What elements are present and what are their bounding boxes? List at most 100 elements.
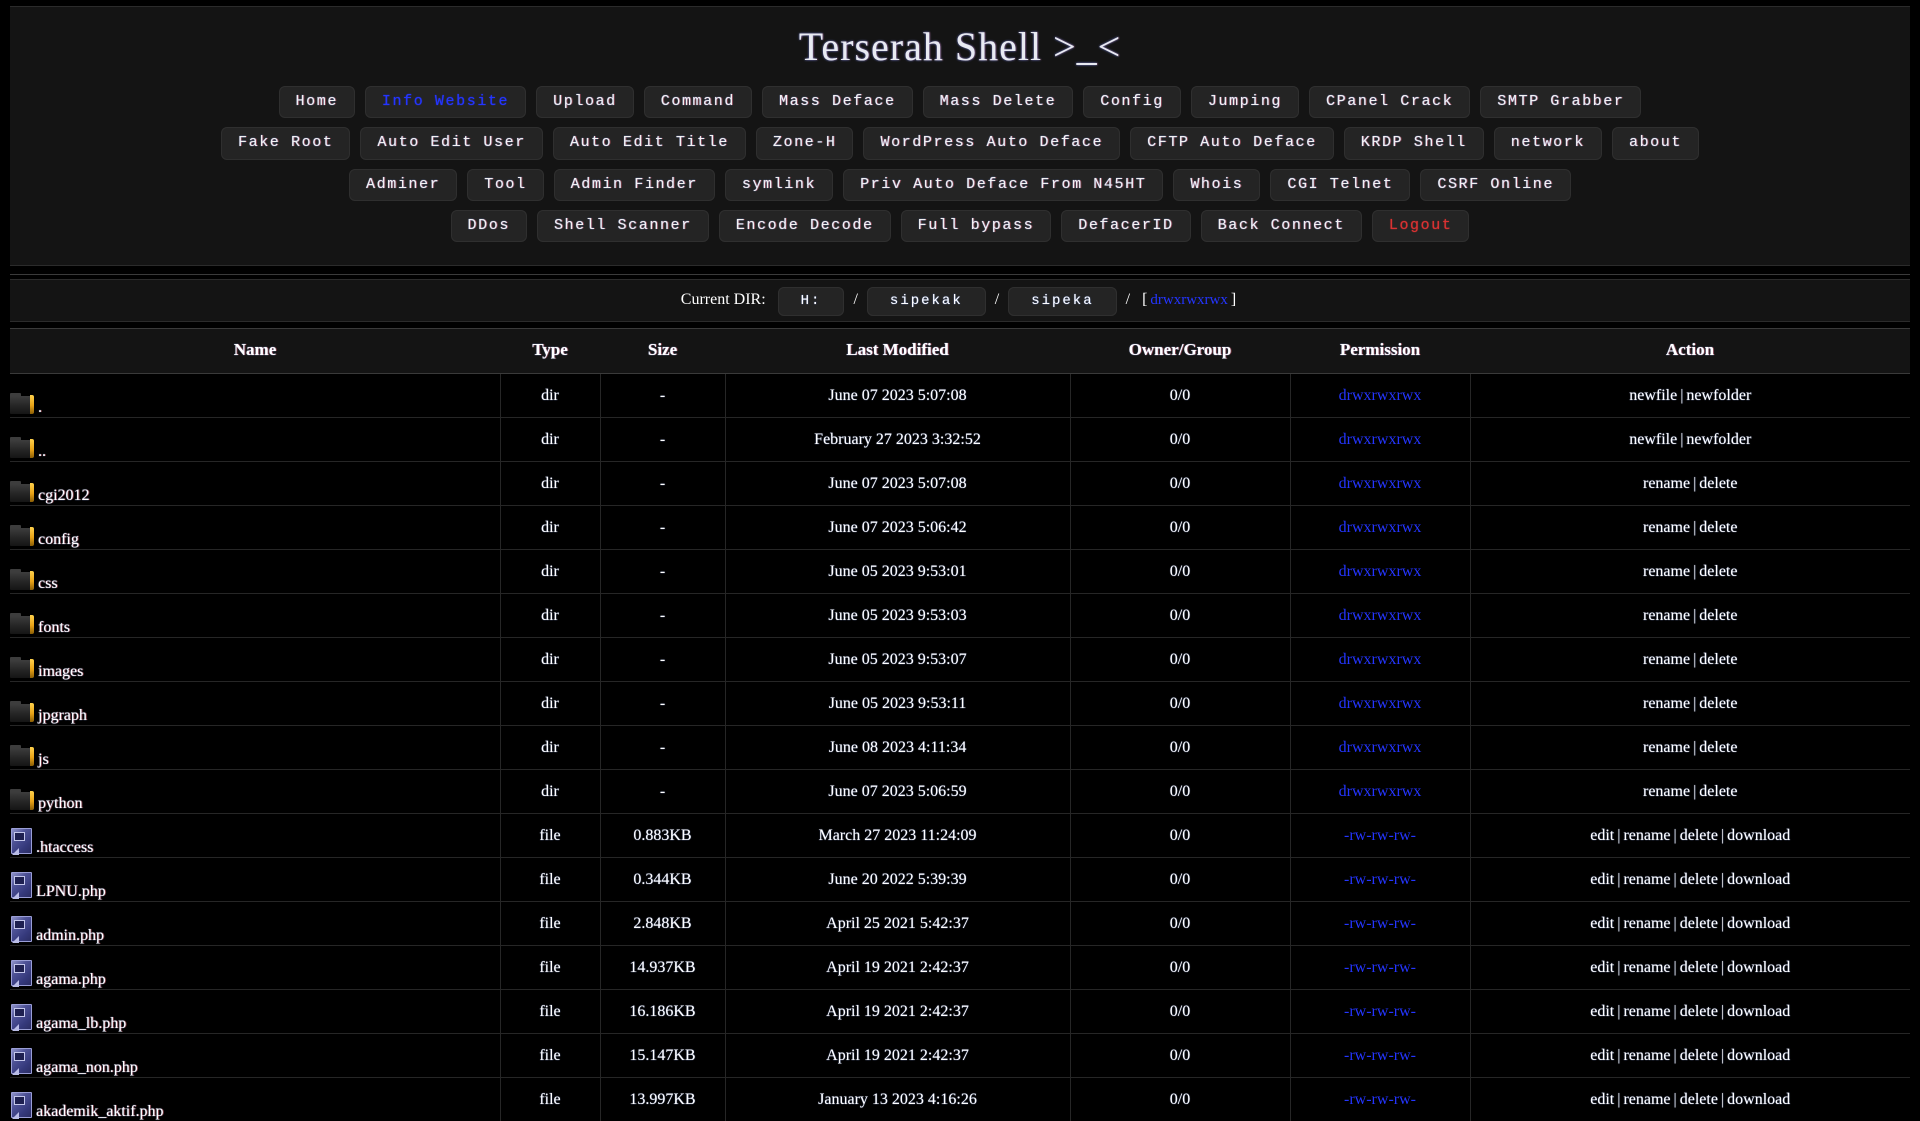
action-delete[interactable]: delete xyxy=(1699,739,1737,756)
action-rename[interactable]: rename xyxy=(1643,607,1690,624)
nav-button-shell-scanner[interactable]: Shell Scanner xyxy=(537,210,709,242)
file-name-link[interactable]: LPNU.php xyxy=(36,884,106,901)
action-edit[interactable]: edit xyxy=(1590,1047,1614,1064)
permission-link[interactable]: drwxrwxrwx xyxy=(1339,475,1422,492)
action-rename[interactable]: rename xyxy=(1643,739,1690,756)
permission-link[interactable]: -rw-rw-rw- xyxy=(1344,959,1416,976)
nav-button-fake-root[interactable]: Fake Root xyxy=(221,127,350,159)
current-dir-permission[interactable]: drwxrwxrwx xyxy=(1150,292,1227,309)
nav-button-cpanel-crack[interactable]: CPanel Crack xyxy=(1309,86,1470,118)
nav-button-auto-edit-user[interactable]: Auto Edit User xyxy=(360,127,542,159)
file-name-link[interactable]: akademik_aktif.php xyxy=(36,1104,164,1121)
nav-button-admin-finder[interactable]: Admin Finder xyxy=(554,169,715,201)
file-name-link[interactable]: python xyxy=(38,796,82,813)
action-delete[interactable]: delete xyxy=(1699,695,1737,712)
nav-button-network[interactable]: network xyxy=(1494,127,1602,159)
action-edit[interactable]: edit xyxy=(1590,871,1614,888)
dir-segment-sipeka[interactable]: sipeka xyxy=(1008,287,1116,316)
action-download[interactable]: download xyxy=(1727,827,1790,844)
action-newfile[interactable]: newfile xyxy=(1629,387,1677,404)
nav-button-cgi-telnet[interactable]: CGI Telnet xyxy=(1270,169,1410,201)
nav-button-wordpress-auto-deface[interactable]: WordPress Auto Deface xyxy=(863,127,1120,159)
action-edit[interactable]: edit xyxy=(1590,915,1614,932)
nav-button-full-bypass[interactable]: Full bypass xyxy=(901,210,1052,242)
nav-button-command[interactable]: Command xyxy=(644,86,752,118)
nav-button-about[interactable]: about xyxy=(1612,127,1699,159)
file-name-link[interactable]: css xyxy=(38,576,58,593)
nav-button-ddos[interactable]: DDos xyxy=(451,210,527,242)
action-newfile[interactable]: newfile xyxy=(1629,431,1677,448)
action-download[interactable]: download xyxy=(1727,959,1790,976)
nav-button-upload[interactable]: Upload xyxy=(536,86,634,118)
nav-button-defacerid[interactable]: DefacerID xyxy=(1061,210,1190,242)
action-download[interactable]: download xyxy=(1727,1003,1790,1020)
file-name-link[interactable]: cgi2012 xyxy=(38,488,90,505)
action-rename[interactable]: rename xyxy=(1643,651,1690,668)
action-edit[interactable]: edit xyxy=(1590,827,1614,844)
nav-button-home[interactable]: Home xyxy=(279,86,355,118)
action-delete[interactable]: delete xyxy=(1699,783,1737,800)
action-delete[interactable]: delete xyxy=(1680,1047,1718,1064)
permission-link[interactable]: drwxrwxrwx xyxy=(1339,387,1422,404)
nav-button-tool[interactable]: Tool xyxy=(467,169,543,201)
nav-button-krdp-shell[interactable]: KRDP Shell xyxy=(1344,127,1484,159)
permission-link[interactable]: -rw-rw-rw- xyxy=(1344,915,1416,932)
nav-button-auto-edit-title[interactable]: Auto Edit Title xyxy=(553,127,746,159)
file-name-link[interactable]: .htaccess xyxy=(36,840,93,857)
action-delete[interactable]: delete xyxy=(1699,519,1737,536)
file-name-link[interactable]: fonts xyxy=(38,620,70,637)
permission-link[interactable]: drwxrwxrwx xyxy=(1339,739,1422,756)
action-newfolder[interactable]: newfolder xyxy=(1686,387,1751,404)
nav-button-csrf-online[interactable]: CSRF Online xyxy=(1420,169,1571,201)
action-rename[interactable]: rename xyxy=(1623,1047,1670,1064)
nav-button-mass-deface[interactable]: Mass Deface xyxy=(762,86,913,118)
file-name-link[interactable]: agama_non.php xyxy=(36,1060,138,1077)
file-name-link[interactable]: admin.php xyxy=(36,928,104,945)
file-name-link[interactable]: agama_lb.php xyxy=(36,1016,126,1033)
file-name-link[interactable]: config xyxy=(38,532,79,549)
file-name-link[interactable]: images xyxy=(38,664,83,681)
nav-button-mass-delete[interactable]: Mass Delete xyxy=(923,86,1074,118)
nav-button-jumping[interactable]: Jumping xyxy=(1191,86,1299,118)
permission-link[interactable]: -rw-rw-rw- xyxy=(1344,1091,1416,1108)
nav-button-back-connect[interactable]: Back Connect xyxy=(1201,210,1362,242)
action-rename[interactable]: rename xyxy=(1623,827,1670,844)
permission-link[interactable]: drwxrwxrwx xyxy=(1339,563,1422,580)
file-name-link[interactable]: . xyxy=(38,400,42,417)
permission-link[interactable]: -rw-rw-rw- xyxy=(1344,827,1416,844)
dir-segment-sipekak[interactable]: sipekak xyxy=(867,287,986,316)
action-edit[interactable]: edit xyxy=(1590,1003,1614,1020)
dir-segment-h[interactable]: H: xyxy=(778,287,845,316)
action-delete[interactable]: delete xyxy=(1680,871,1718,888)
nav-button-whois[interactable]: Whois xyxy=(1173,169,1260,201)
nav-button-cftp-auto-deface[interactable]: CFTP Auto Deface xyxy=(1130,127,1334,159)
permission-link[interactable]: drwxrwxrwx xyxy=(1339,695,1422,712)
action-newfolder[interactable]: newfolder xyxy=(1686,431,1751,448)
permission-link[interactable]: drwxrwxrwx xyxy=(1339,651,1422,668)
action-rename[interactable]: rename xyxy=(1643,783,1690,800)
nav-button-config[interactable]: Config xyxy=(1083,86,1181,118)
action-rename[interactable]: rename xyxy=(1643,563,1690,580)
nav-button-encode-decode[interactable]: Encode Decode xyxy=(719,210,891,242)
action-download[interactable]: download xyxy=(1727,871,1790,888)
action-delete[interactable]: delete xyxy=(1699,607,1737,624)
action-rename[interactable]: rename xyxy=(1623,915,1670,932)
action-delete[interactable]: delete xyxy=(1699,563,1737,580)
permission-link[interactable]: drwxrwxrwx xyxy=(1339,783,1422,800)
nav-button-priv-auto-deface-from-n45ht[interactable]: Priv Auto Deface From N45HT xyxy=(843,169,1163,201)
action-edit[interactable]: edit xyxy=(1590,1091,1614,1108)
permission-link[interactable]: drwxrwxrwx xyxy=(1339,607,1422,624)
nav-button-info-website[interactable]: Info Website xyxy=(365,86,526,118)
permission-link[interactable]: drwxrwxrwx xyxy=(1339,431,1422,448)
action-delete[interactable]: delete xyxy=(1680,1091,1718,1108)
action-rename[interactable]: rename xyxy=(1623,871,1670,888)
action-delete[interactable]: delete xyxy=(1680,827,1718,844)
action-rename[interactable]: rename xyxy=(1623,1003,1670,1020)
file-name-link[interactable]: agama.php xyxy=(36,972,106,989)
nav-button-adminer[interactable]: Adminer xyxy=(349,169,457,201)
action-delete[interactable]: delete xyxy=(1680,1003,1718,1020)
action-rename[interactable]: rename xyxy=(1623,959,1670,976)
action-rename[interactable]: rename xyxy=(1643,519,1690,536)
file-name-link[interactable]: .. xyxy=(38,444,46,461)
action-edit[interactable]: edit xyxy=(1590,959,1614,976)
